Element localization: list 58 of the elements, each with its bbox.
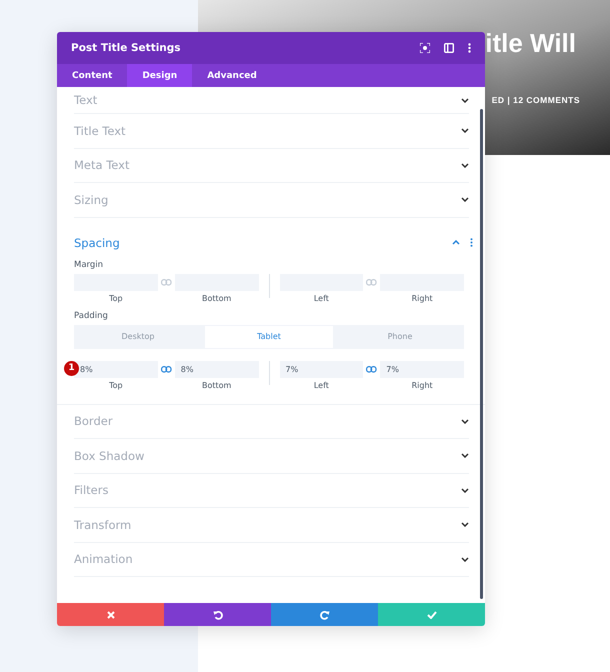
- section-toggle[interactable]: Filters: [74, 474, 469, 508]
- undo-button[interactable]: [164, 603, 271, 626]
- chevron-icon[interactable]: [452, 240, 460, 245]
- input-field[interactable]: 8%: [174, 360, 258, 378]
- chevron-icon: [461, 522, 469, 528]
- input-field[interactable]: 7%: [380, 360, 464, 378]
- post-meta: ED | 12 COMMENTS: [492, 95, 580, 105]
- scrollbar[interactable]: [480, 109, 483, 599]
- input-field[interactable]: 7%: [280, 360, 364, 378]
- field-label: Top: [109, 380, 123, 390]
- chevron-icon: [461, 453, 469, 458]
- field-group-label: Padding: [74, 310, 109, 320]
- section-toggle[interactable]: Text: [74, 87, 469, 114]
- focus-icon[interactable]: [420, 43, 430, 53]
- cancel-button[interactable]: [57, 603, 164, 626]
- link-icon[interactable]: [160, 366, 172, 372]
- redo-button[interactable]: [271, 603, 378, 626]
- chevron-icon: [461, 418, 469, 424]
- close-icon: [106, 610, 114, 618]
- chevron-icon: [461, 162, 469, 168]
- unlink-icon[interactable]: [160, 278, 172, 286]
- field-label: Top: [109, 294, 123, 302]
- field-label: Bottom: [202, 380, 232, 390]
- panel-tab[interactable]: Advanced: [192, 64, 272, 87]
- check-icon: [426, 610, 436, 618]
- chevron-icon: [461, 556, 469, 562]
- field-label: Bottom: [202, 294, 232, 302]
- section-toggle[interactable]: Sizing: [74, 183, 469, 218]
- section-toggle[interactable]: Meta Text: [74, 148, 469, 183]
- field-label: Right: [412, 380, 433, 390]
- section-title[interactable]: Spacing: [74, 236, 120, 250]
- panel-tab[interactable]: Content: [57, 64, 128, 87]
- undo-icon: [212, 610, 222, 620]
- field-label: Right: [412, 294, 433, 302]
- unlink-icon[interactable]: [366, 278, 378, 286]
- chevron-icon: [461, 128, 469, 134]
- section-toggle[interactable]: Animation: [74, 542, 469, 577]
- device-tab[interactable]: Tablet: [205, 326, 333, 348]
- field-label: Left: [314, 294, 329, 302]
- link-icon[interactable]: [366, 366, 378, 372]
- section-toggle[interactable]: Border: [74, 404, 469, 439]
- field-label: Left: [314, 380, 329, 390]
- save-button[interactable]: [378, 603, 485, 626]
- input-field[interactable]: 8%: [74, 360, 158, 378]
- section-toggle[interactable]: Transform: [74, 508, 469, 542]
- panel-tab[interactable]: Design: [127, 64, 192, 87]
- chevron-icon: [461, 488, 469, 493]
- field-group-label: Margin: [74, 260, 104, 270]
- chevron-icon: [461, 197, 469, 202]
- chevron-icon: [461, 98, 469, 102]
- redo-icon: [320, 610, 330, 620]
- more-icon[interactable]: [468, 43, 471, 53]
- panel-title: Post Title Settings: [71, 42, 181, 54]
- more-icon[interactable]: [470, 238, 473, 247]
- sidebar-icon[interactable]: [444, 43, 454, 53]
- section-toggle[interactable]: Box Shadow: [74, 439, 469, 474]
- hero-title: itle Will: [485, 27, 576, 60]
- section-toggle[interactable]: Title Text: [74, 114, 469, 148]
